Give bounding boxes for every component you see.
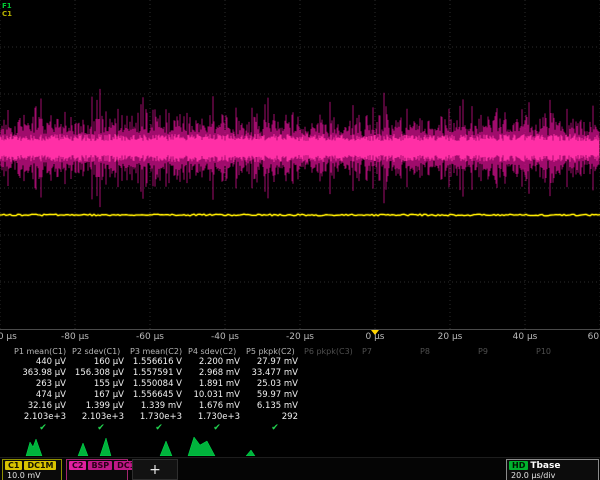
measure-status-ok: ✔	[130, 423, 188, 433]
measure-value: 155 µV	[72, 379, 130, 390]
time-tick-label: 20 µs	[438, 332, 463, 342]
c2-label: C2	[69, 461, 86, 470]
measure-header-p8[interactable]: P8	[420, 346, 478, 357]
trace-marker-c1: C1	[2, 10, 12, 18]
measure-histicon	[78, 443, 88, 456]
timebase-scale: 20.0 µs/div	[509, 471, 596, 480]
measure-value: 1.891 mV	[188, 379, 246, 390]
measure-value: 1.557591 V	[130, 368, 188, 379]
time-tick-label: 60 µs	[588, 332, 600, 342]
measure-table: P1 mean(C1) P2 sdev(C1) P3 mean(C2) P4 s…	[0, 346, 600, 433]
measure-histicon	[188, 437, 215, 456]
measure-histicons	[0, 433, 600, 456]
measure-value: 10.031 mV	[188, 390, 246, 401]
hd-badge: HD	[509, 461, 528, 470]
measure-header-p5[interactable]: P5 pkpk(C2)	[246, 346, 304, 357]
measure-value: 1.339 mV	[130, 401, 188, 412]
measure-header-p3[interactable]: P3 mean(C2)	[130, 346, 188, 357]
measure-status-ok: ✔	[188, 423, 246, 433]
timebase-descriptor[interactable]: HDTbase 20.0 µs/div	[506, 459, 599, 480]
measure-value: 59.97 mV	[246, 390, 304, 401]
measure-row-max: 474 µV 167 µV 1.556645 V 10.031 mV 59.97…	[0, 390, 600, 401]
waveform-grid: F1 C1	[0, 0, 600, 330]
measure-value: 263 µV	[14, 379, 72, 390]
measure-row-min: 263 µV 155 µV 1.550084 V 1.891 mV 25.03 …	[0, 379, 600, 390]
measure-value: 25.03 mV	[246, 379, 304, 390]
measure-value: 32.16 µV	[14, 401, 72, 412]
measure-table-header: P1 mean(C1) P2 sdev(C1) P3 mean(C2) P4 s…	[0, 346, 600, 357]
measure-status-ok: ✔	[72, 423, 130, 433]
time-tick-label: -20 µs	[286, 332, 314, 342]
measure-row-mean: 363.98 µV 156.308 µV 1.557591 V 2.968 mV…	[0, 368, 600, 379]
time-tick-label: 40 µs	[513, 332, 538, 342]
measure-value: 1.730e+3	[188, 412, 246, 423]
oscilloscope-screen: F1 C1 -100 µs -80 µs -60 µs -40 µs -20 µ…	[0, 0, 600, 480]
measure-value: 27.97 mV	[246, 357, 304, 368]
measure-header-p10[interactable]: P10	[536, 346, 594, 357]
time-tick-label: 0 µs	[365, 332, 384, 342]
measure-header-p4[interactable]: P4 sdev(C2)	[188, 346, 246, 357]
measure-value: 156.308 µV	[72, 368, 130, 379]
measure-value: 1.730e+3	[130, 412, 188, 423]
measure-value: 1.550084 V	[130, 379, 188, 390]
measure-value: 2.200 mV	[188, 357, 246, 368]
measure-value: 33.477 mV	[246, 368, 304, 379]
measure-histicon	[246, 450, 255, 456]
measure-value: 474 µV	[14, 390, 72, 401]
waveform-display	[0, 0, 600, 330]
c1-coupling-badge: DC1M	[24, 461, 56, 470]
measure-value: 167 µV	[72, 390, 130, 401]
measure-header-p2[interactable]: P2 sdev(C1)	[72, 346, 130, 357]
time-axis: -100 µs -80 µs -60 µs -40 µs -20 µs 0 µs…	[0, 330, 600, 346]
measure-row-value: 440 µV 160 µV 1.556616 V 2.200 mV 27.97 …	[0, 357, 600, 368]
measure-value: 292	[246, 412, 304, 423]
measure-histicon	[100, 438, 111, 456]
time-tick-label: -80 µs	[61, 332, 89, 342]
measure-histicon	[26, 439, 42, 456]
measure-value: 6.135 mV	[246, 401, 304, 412]
measure-value: 1.556616 V	[130, 357, 188, 368]
measure-status-ok: ✔	[14, 423, 72, 433]
c1-vdiv: 10.0 mV	[5, 471, 59, 480]
plus-icon: +	[149, 462, 161, 478]
measure-histicon	[160, 441, 172, 456]
measure-value: 2.968 mV	[188, 368, 246, 379]
measure-value: 2.103e+3	[72, 412, 130, 423]
add-trace-button[interactable]: +	[132, 459, 178, 480]
measure-value: 363.98 µV	[14, 368, 72, 379]
measure-value: 1.676 mV	[188, 401, 246, 412]
measure-header-p7[interactable]: P7	[362, 346, 420, 357]
measure-header-p1[interactable]: P1 mean(C1)	[14, 346, 72, 357]
measure-row-sdev: 32.16 µV 1.399 µV 1.339 mV 1.676 mV 6.13…	[0, 401, 600, 412]
measure-header-p9[interactable]: P9	[478, 346, 536, 357]
measure-value: 1.399 µV	[72, 401, 130, 412]
measure-status-ok: ✔	[246, 423, 304, 433]
time-tick-label: -60 µs	[136, 332, 164, 342]
measure-value: 160 µV	[72, 357, 130, 368]
measure-value: 2.103e+3	[14, 412, 72, 423]
trace-marker-f1: F1	[2, 2, 12, 10]
time-tick-label: -40 µs	[211, 332, 239, 342]
measure-header-p6[interactable]: P6 pkpk(C3)	[304, 346, 362, 357]
measure-value: 440 µV	[14, 357, 72, 368]
channel-descriptor-c2[interactable]: C2BSPDC1M	[66, 459, 128, 480]
timebase-label: Tbase	[530, 461, 560, 471]
c1-label: C1	[5, 461, 22, 470]
measure-value: 1.556645 V	[130, 390, 188, 401]
channel-descriptor-c1[interactable]: C1DC1M 10.0 mV 0 mV	[2, 459, 62, 480]
descriptor-bar: C1DC1M 10.0 mV 0 mV C2BSPDC1M + HDTbase …	[0, 457, 600, 480]
c2-bsp-badge: BSP	[88, 461, 112, 470]
measure-row-status: ✔ ✔ ✔ ✔ ✔	[0, 423, 600, 433]
measure-row-num: 2.103e+3 2.103e+3 1.730e+3 1.730e+3 292	[0, 412, 600, 423]
time-tick-label: -100 µs	[0, 332, 17, 342]
